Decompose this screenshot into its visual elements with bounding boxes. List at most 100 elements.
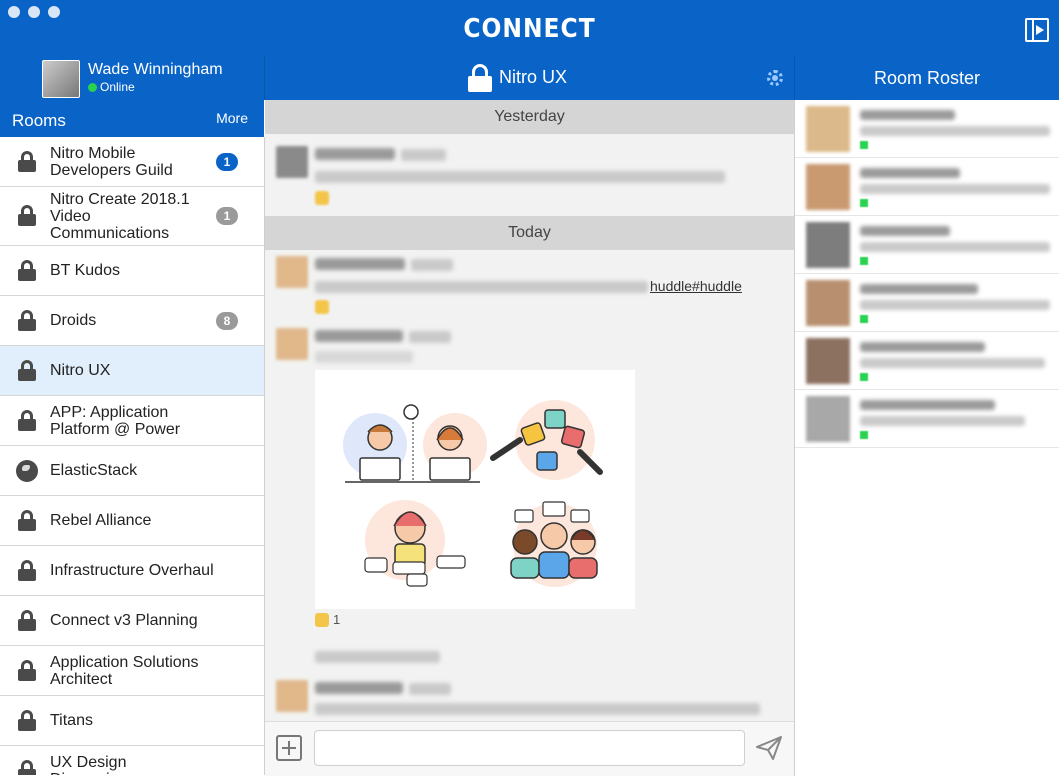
- room-label: Connect v3 Planning: [50, 612, 198, 629]
- rooms-title: Rooms: [12, 111, 66, 130]
- chat-message-area[interactable]: Yesterday Today huddle#huddle 1: [265, 100, 795, 721]
- member-title: [860, 242, 1050, 252]
- thumbs-up-icon: [315, 612, 329, 627]
- online-status-icon: [860, 373, 868, 381]
- room-label: Titans: [50, 712, 93, 729]
- room-label: APP: Application Platform @ Power: [50, 403, 181, 438]
- avatar[interactable]: [42, 60, 80, 98]
- member-title: [860, 358, 1045, 368]
- unread-badge: 8: [216, 311, 238, 330]
- date-separator-yesterday: Yesterday: [265, 100, 794, 134]
- room-label: UX Design Discussions: [50, 753, 135, 776]
- message-reaction[interactable]: [315, 191, 329, 205]
- room-item[interactable]: UX Design Discussions: [0, 746, 264, 775]
- message-avatar[interactable]: [276, 256, 308, 288]
- room-item[interactable]: APP: Application Platform @ Power: [0, 396, 264, 446]
- message-author: [315, 682, 403, 694]
- room-label: Infrastructure Overhaul: [50, 562, 214, 579]
- message-link[interactable]: huddle#huddle: [650, 278, 742, 294]
- room-item[interactable]: BT Kudos: [0, 246, 264, 296]
- room-item[interactable]: Infrastructure Overhaul: [0, 546, 264, 596]
- message-text: [315, 281, 648, 293]
- user-status: Online: [88, 80, 135, 94]
- lock-icon: [18, 709, 36, 731]
- message-text: [315, 171, 725, 183]
- member-name: [860, 226, 950, 236]
- toggle-roster-icon[interactable]: [1025, 18, 1049, 42]
- thumbs-up-icon: [315, 300, 329, 314]
- message-reaction[interactable]: 1: [315, 612, 340, 627]
- rooms-more-button[interactable]: More: [216, 110, 248, 126]
- lock-icon: [18, 759, 36, 775]
- room-item[interactable]: ElasticStack: [0, 446, 264, 496]
- lock-icon: [18, 609, 36, 631]
- add-attachment-icon[interactable]: [276, 735, 302, 761]
- room-item[interactable]: Application Solutions Architect: [0, 646, 264, 696]
- roster-member[interactable]: [795, 390, 1059, 448]
- message-author: [315, 148, 395, 160]
- avatar: [806, 396, 850, 442]
- date-separator-today: Today: [265, 216, 794, 250]
- room-item[interactable]: Droids 8: [0, 296, 264, 346]
- message-author: [315, 258, 405, 270]
- image-attachment[interactable]: [315, 370, 635, 609]
- roster-title: Room Roster: [873, 68, 981, 88]
- message-text: [315, 651, 440, 663]
- rooms-list: Nitro Mobile Developers Guild 1 Nitro Cr…: [0, 137, 265, 775]
- room-item-active[interactable]: Nitro UX: [0, 346, 264, 396]
- message-time: [411, 259, 453, 271]
- member-name: [860, 168, 960, 178]
- room-item[interactable]: Nitro Mobile Developers Guild 1: [0, 137, 264, 187]
- roster-member[interactable]: [795, 158, 1059, 216]
- lock-icon: [18, 409, 36, 431]
- lock-icon: [18, 150, 36, 172]
- online-status-icon: [860, 257, 868, 265]
- avatar: [806, 222, 850, 268]
- room-item[interactable]: Rebel Alliance: [0, 496, 264, 546]
- message-reaction[interactable]: [315, 300, 329, 314]
- room-item[interactable]: Nitro Create 2018.1 Video Communications…: [0, 187, 264, 246]
- user-status-label: Online: [100, 80, 135, 94]
- online-status-icon: [860, 315, 868, 323]
- online-status-icon: [860, 431, 868, 439]
- member-name: [860, 400, 995, 410]
- room-settings-gear-icon[interactable]: [767, 70, 783, 86]
- member-title: [860, 416, 1025, 426]
- lock-icon: [18, 259, 36, 281]
- roster-list: [795, 100, 1059, 775]
- message-input[interactable]: [314, 730, 745, 766]
- lock-icon: [18, 659, 36, 681]
- illustration-image: [343, 400, 603, 587]
- private-room-lock-icon: [468, 64, 492, 92]
- message-time: [409, 331, 451, 343]
- message-time: [409, 683, 451, 695]
- message-mention: [315, 351, 413, 363]
- message-avatar[interactable]: [276, 328, 308, 360]
- message-author: [315, 330, 403, 342]
- send-icon[interactable]: [755, 734, 783, 762]
- lock-icon: [18, 359, 36, 381]
- member-name: [860, 342, 985, 352]
- lock-icon: [18, 559, 36, 581]
- room-label: ElasticStack: [50, 462, 138, 479]
- avatar: [806, 280, 850, 326]
- message-avatar[interactable]: [276, 680, 308, 712]
- globe-icon: [16, 459, 38, 482]
- member-title: [860, 126, 1050, 136]
- roster-member[interactable]: [795, 100, 1059, 158]
- room-item[interactable]: Connect v3 Planning: [0, 596, 264, 646]
- roster-member[interactable]: [795, 332, 1059, 390]
- room-label: Nitro Create 2018.1 Video Communications: [50, 190, 190, 242]
- avatar: [806, 106, 850, 152]
- room-item[interactable]: Titans: [0, 696, 264, 746]
- unread-badge: 1: [216, 152, 238, 171]
- roster-member[interactable]: [795, 216, 1059, 274]
- avatar: [806, 164, 850, 210]
- room-label: Application Solutions Architect: [50, 653, 199, 688]
- member-title: [860, 184, 1050, 194]
- chat-room-title: Nitro UX: [499, 67, 568, 87]
- roster-member[interactable]: [795, 274, 1059, 332]
- room-label: BT Kudos: [50, 262, 120, 279]
- message-avatar[interactable]: [276, 146, 308, 178]
- online-status-icon: [860, 141, 868, 149]
